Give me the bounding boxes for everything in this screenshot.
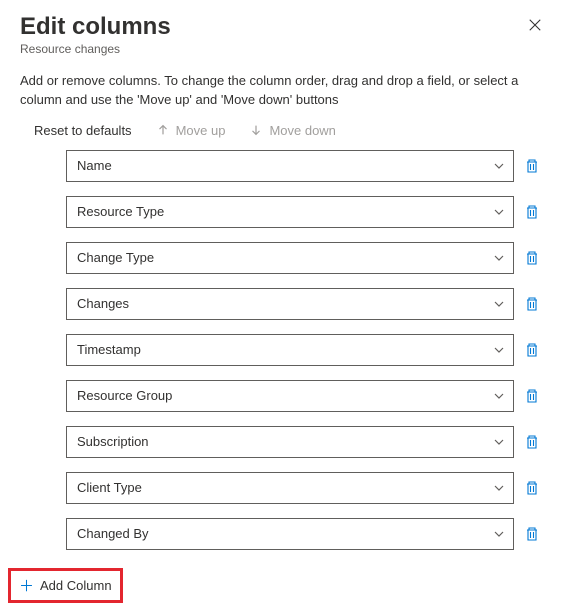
column-label: Client Type [77,480,142,495]
column-row: Resource Type [66,196,540,228]
chevron-down-icon [493,390,505,402]
column-label: Subscription [77,434,149,449]
arrow-up-icon [156,123,170,137]
chevron-down-icon [493,482,505,494]
trash-icon [524,480,540,496]
chevron-down-icon [493,344,505,356]
trash-icon [524,204,540,220]
column-row: Timestamp [66,334,540,366]
trash-icon [524,388,540,404]
chevron-down-icon [493,160,505,172]
column-dropdown[interactable]: Resource Group [66,380,514,412]
chevron-down-icon [493,436,505,448]
trash-icon [524,434,540,450]
move-down-button[interactable]: Move down [249,123,335,138]
add-column-label: Add Column [40,578,112,593]
column-label: Resource Type [77,204,164,219]
trash-icon [524,158,540,174]
delete-column-button[interactable] [524,250,540,266]
close-button[interactable] [524,14,546,40]
column-label: Timestamp [77,342,141,357]
column-row: Subscription [66,426,540,458]
chevron-down-icon [493,298,505,310]
column-row: Changes [66,288,540,320]
column-label: Changes [77,296,129,311]
column-dropdown[interactable]: Change Type [66,242,514,274]
column-label: Change Type [77,250,154,265]
column-dropdown[interactable]: Timestamp [66,334,514,366]
delete-column-button[interactable] [524,158,540,174]
chevron-down-icon [493,528,505,540]
delete-column-button[interactable] [524,204,540,220]
trash-icon [524,526,540,542]
column-dropdown[interactable]: Changed By [66,518,514,550]
page-subtitle: Resource changes [20,42,171,56]
move-up-label: Move up [176,123,226,138]
delete-column-button[interactable] [524,526,540,542]
column-dropdown[interactable]: Changes [66,288,514,320]
delete-column-button[interactable] [524,296,540,312]
arrow-down-icon [249,123,263,137]
description-text: Add or remove columns. To change the col… [20,72,546,108]
trash-icon [524,296,540,312]
trash-icon [524,250,540,266]
column-dropdown[interactable]: Name [66,150,514,182]
column-row: Name [66,150,540,182]
column-row: Change Type [66,242,540,274]
column-row: Resource Group [66,380,540,412]
column-dropdown[interactable]: Client Type [66,472,514,504]
move-up-button[interactable]: Move up [156,123,226,138]
toolbar: Reset to defaults Move up Move down [20,123,546,138]
column-row: Client Type [66,472,540,504]
delete-column-button[interactable] [524,388,540,404]
trash-icon [524,342,540,358]
column-dropdown[interactable]: Resource Type [66,196,514,228]
column-label: Changed By [77,526,149,541]
move-down-label: Move down [269,123,335,138]
reset-defaults-button[interactable]: Reset to defaults [34,123,132,138]
delete-column-button[interactable] [524,480,540,496]
column-label: Name [77,158,112,173]
chevron-down-icon [493,206,505,218]
add-column-button[interactable]: ＋ Add Column [8,568,123,603]
chevron-down-icon [493,252,505,264]
plus-icon: ＋ [19,575,34,596]
delete-column-button[interactable] [524,434,540,450]
column-label: Resource Group [77,388,172,403]
column-row: Changed By [66,518,540,550]
close-icon [528,18,542,32]
column-dropdown[interactable]: Subscription [66,426,514,458]
delete-column-button[interactable] [524,342,540,358]
page-title: Edit columns [20,14,171,40]
